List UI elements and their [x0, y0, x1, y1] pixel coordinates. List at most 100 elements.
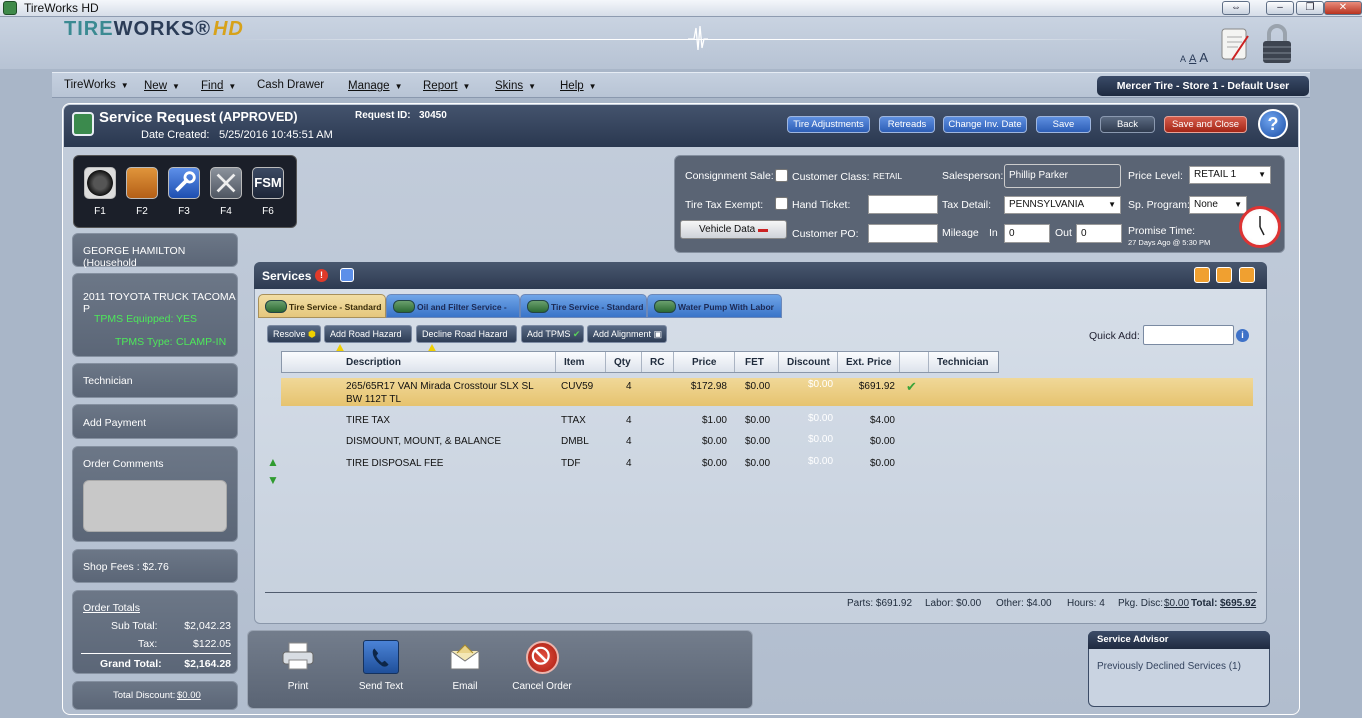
tab-oil-and-filter[interactable]: Oil and Filter Service - F... [386, 294, 520, 336]
font-size-medium[interactable]: A [1189, 53, 1196, 65]
subtotal-value: $2,042.23 [184, 620, 231, 632]
tire-adjustments-button[interactable]: Tire Adjustments [787, 116, 870, 133]
resolve-button[interactable]: Resolve ⬢ [267, 325, 321, 343]
salesperson-field[interactable]: Phillip Parker [1004, 164, 1121, 188]
col-qty[interactable]: Qty [614, 357, 631, 368]
col-description[interactable]: Description [346, 357, 401, 368]
menu-cash-drawer[interactable]: Cash Drawer [257, 79, 324, 91]
maximize-button[interactable]: ❐ [1296, 1, 1324, 15]
totals-divider [81, 653, 231, 654]
previously-declined-link[interactable]: Previously Declined Services (1) [1097, 661, 1241, 672]
technician-box[interactable]: Technician [72, 363, 238, 398]
order-comments-input[interactable] [83, 480, 227, 532]
wrench-icon[interactable] [168, 167, 200, 199]
window-title-bar: TireWorks HD ⇔ – ❐ ✕ [0, 0, 1362, 17]
menu-skins[interactable]: Skins ▼ [495, 80, 536, 92]
envelope-icon[interactable] [449, 643, 481, 671]
order-totals-link[interactable]: Order Totals [83, 602, 140, 614]
font-size-large[interactable]: A [1199, 50, 1208, 65]
menu-tireworks[interactable]: TireWorks ▼ [64, 79, 129, 91]
move-down-icon[interactable]: ▼ [267, 473, 279, 487]
view-full-icon[interactable] [1239, 267, 1255, 283]
move-up-icon[interactable]: ▲ [267, 455, 279, 469]
restore-size-button[interactable]: ⇔ [1222, 1, 1250, 15]
menu-report[interactable]: Report ▼ [423, 80, 470, 92]
customer-box[interactable]: GEORGE HAMILTON (Household [72, 233, 238, 269]
col-rc[interactable]: RC [650, 357, 664, 368]
hand-ticket-input[interactable] [868, 195, 938, 214]
print-label[interactable]: Print [258, 681, 338, 692]
tire-icon[interactable] [84, 167, 116, 199]
sp-program-label: Sp. Program: [1128, 199, 1190, 211]
quick-add-input[interactable] [1143, 325, 1234, 345]
back-button[interactable]: Back [1100, 116, 1155, 133]
total-discount-label: Total Discount: [113, 690, 176, 701]
column-divider [899, 352, 900, 372]
row-discount[interactable]: $0.00 [808, 434, 833, 445]
phone-icon[interactable] [363, 640, 399, 674]
price-level-select[interactable]: RETAIL 1 ▼ [1189, 166, 1271, 184]
sp-program-select[interactable]: None ▼ [1189, 196, 1247, 214]
menu-find[interactable]: Find ▼ [201, 80, 236, 92]
mileage-in-input[interactable]: 0 [1004, 224, 1050, 243]
tab-water-pump[interactable]: Water Pump With Labor [647, 294, 782, 318]
total-discount-value[interactable]: $0.00 [177, 690, 201, 701]
col-item[interactable]: Item [564, 357, 585, 368]
tire-tax-exempt-checkbox[interactable] [775, 197, 788, 210]
decline-road-hazard-button[interactable]: Decline Road Hazard [416, 325, 517, 355]
package-icon[interactable] [126, 167, 158, 199]
service-info-icon[interactable] [340, 268, 354, 282]
fsm-icon[interactable]: FSM [252, 167, 284, 199]
service-tab-icon [654, 300, 676, 313]
add-road-hazard-button[interactable]: Add Road Hazard [324, 325, 412, 355]
help-button[interactable]: ? [1258, 109, 1288, 139]
col-technician[interactable]: Technician [937, 357, 989, 368]
col-ext-price[interactable]: Ext. Price [846, 357, 892, 368]
mileage-out-input[interactable]: 0 [1076, 224, 1122, 243]
cancel-order-label[interactable]: Cancel Order [502, 681, 582, 692]
vehicle-box[interactable]: 2011 TOYOTA TRUCK TACOMA P TPMS Equipped… [72, 273, 238, 357]
col-discount[interactable]: Discount [787, 357, 830, 368]
send-text-label[interactable]: Send Text [341, 681, 421, 692]
info-icon[interactable]: i [1236, 329, 1249, 342]
change-inv-date-button[interactable]: Change Inv. Date [943, 116, 1027, 133]
vehicle-data-button[interactable]: Vehicle Data ▬ [680, 220, 787, 239]
row-qty: 4 [626, 458, 632, 469]
minimize-button[interactable]: – [1266, 1, 1294, 15]
menu-help[interactable]: Help ▼ [560, 80, 597, 92]
view-split-icon[interactable] [1216, 267, 1232, 283]
order-comments-box: Order Comments [72, 446, 238, 542]
cancel-icon[interactable] [526, 641, 559, 674]
other-total: Other: $4.00 [996, 598, 1052, 609]
col-price[interactable]: Price [692, 357, 716, 368]
clock-icon[interactable] [1239, 206, 1281, 248]
tab-tire-service-standard-2[interactable]: Tire Service - Standard [520, 294, 647, 318]
col-fet[interactable]: FET [745, 357, 764, 368]
printer-icon[interactable] [280, 640, 316, 672]
font-size-small[interactable]: A [1180, 54, 1186, 64]
row-discount[interactable]: $0.00 [808, 456, 833, 467]
email-label[interactable]: Email [425, 681, 505, 692]
save-button[interactable]: Save [1036, 116, 1091, 133]
alert-icon[interactable]: ! [315, 269, 328, 282]
pkg-disc-value[interactable]: $0.00 [1164, 598, 1189, 609]
add-tpms-button[interactable]: Add TPMS ✔ [521, 325, 584, 343]
menu-manage[interactable]: Manage ▼ [348, 80, 402, 92]
shop-fees-box: Shop Fees : $2.76 [72, 549, 238, 583]
tax-detail-select[interactable]: PENNSYLVANIA ▼ [1004, 196, 1121, 214]
add-alignment-button[interactable]: Add Alignment ▣ [587, 325, 667, 343]
notepad-icon[interactable] [1218, 26, 1252, 64]
consignment-checkbox[interactable] [775, 169, 788, 182]
customer-po-input[interactable] [868, 224, 938, 243]
row-discount[interactable]: $0.00 [808, 379, 833, 390]
save-and-close-button[interactable]: Save and Close [1164, 116, 1247, 133]
retreads-button[interactable]: Retreads [879, 116, 935, 133]
tab-tire-service-standard-1[interactable]: Tire Service - Standard [258, 294, 386, 318]
add-payment-box[interactable]: Add Payment [72, 404, 238, 439]
lock-icon[interactable] [1260, 22, 1294, 66]
tools-icon[interactable] [210, 167, 242, 199]
menu-new[interactable]: New ▼ [144, 80, 180, 92]
view-list-icon[interactable] [1194, 267, 1210, 283]
row-discount[interactable]: $0.00 [808, 413, 833, 424]
close-button[interactable]: ✕ [1324, 1, 1362, 15]
